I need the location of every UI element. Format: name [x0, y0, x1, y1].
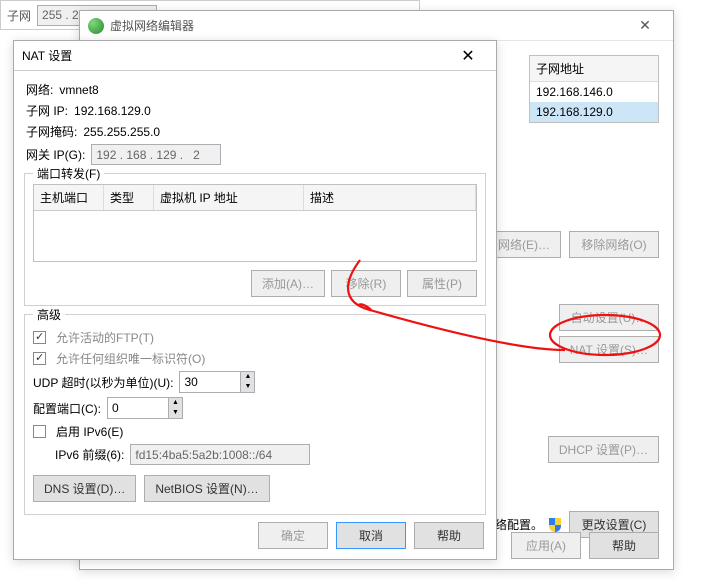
add-button[interactable]: 添加(A)… [251, 270, 325, 297]
net-label: 网络: [26, 81, 53, 98]
app-icon [88, 18, 104, 34]
dhcp-settings-row: DHCP 设置(P)… [548, 436, 659, 463]
nat-settings-button[interactable]: NAT 设置(S)… [559, 336, 659, 363]
nat-title: NAT 设置 [22, 47, 448, 64]
spin-up-icon[interactable]: ▲ [169, 398, 182, 408]
allow-ftp-row[interactable]: 允许活动的FTP(T) [33, 329, 477, 346]
gateway-label: 网关 IP(G): [26, 146, 85, 163]
subnet-row[interactable]: 192.168.146.0 [530, 82, 658, 102]
cancel-button[interactable]: 取消 [336, 522, 406, 549]
bg-subnet-label: 子网 [7, 7, 31, 24]
allow-ftp-label: 允许活动的FTP(T) [56, 329, 154, 346]
enable-ipv6-checkbox[interactable] [33, 425, 46, 438]
port-forward-title: 端口转发(F) [33, 165, 104, 182]
nat-info: 网络: vmnet8 子网 IP: 192.168.129.0 子网掩码: 25… [14, 71, 496, 165]
dhcp-settings-button[interactable]: DHCP 设置(P)… [548, 436, 659, 463]
port-fwd-buttons: 添加(A)… 移除(R) 属性(P) [33, 270, 477, 297]
allow-oui-label: 允许任何组织唯一标识符(O) [56, 350, 205, 367]
remove-network-button[interactable]: 移除网络(O) [569, 231, 659, 258]
port-forward-table: 主机端口 类型 虚拟机 IP 地址 描述 [33, 184, 477, 262]
nat-settings-row: NAT 设置(S)… [559, 336, 659, 363]
udp-timeout-label: UDP 超时(以秒为单位)(U): [33, 374, 173, 391]
admin-hint: 络配置。 [495, 516, 543, 533]
editor-titlebar: 虚拟网络编辑器 ✕ [80, 11, 673, 41]
advanced-group: 高级 允许活动的FTP(T) 允许任何组织唯一标识符(O) UDP 超时(以秒为… [24, 314, 486, 515]
help-button[interactable]: 帮助 [414, 522, 484, 549]
port-forward-group: 端口转发(F) 主机端口 类型 虚拟机 IP 地址 描述 添加(A)… 移除(R… [24, 173, 486, 306]
allow-oui-row[interactable]: 允许任何组织唯一标识符(O) [33, 350, 477, 367]
net-value: vmnet8 [59, 83, 98, 97]
close-icon[interactable]: ✕ [448, 46, 488, 66]
spin-up-icon[interactable]: ▲ [241, 372, 254, 382]
props-button[interactable]: 属性(P) [407, 270, 477, 297]
editor-title: 虚拟网络编辑器 [110, 17, 625, 34]
dns-settings-button[interactable]: DNS 设置(D)… [33, 475, 136, 502]
ok-button[interactable]: 确定 [258, 522, 328, 549]
close-icon[interactable]: ✕ [625, 17, 665, 34]
spin-down-icon[interactable]: ▼ [169, 408, 182, 418]
enable-ipv6-label: 启用 IPv6(E) [56, 423, 123, 440]
apply-button[interactable]: 应用(A) [511, 532, 581, 559]
ipv6-prefix-input[interactable] [130, 444, 310, 465]
spin-down-icon[interactable]: ▼ [241, 382, 254, 392]
allow-oui-checkbox[interactable] [33, 352, 46, 365]
subnet-ip-label: 子网 IP: [26, 102, 68, 119]
config-port-input[interactable] [108, 398, 168, 418]
ipv6-prefix-label: IPv6 前缀(6): [55, 446, 124, 463]
help-button[interactable]: 帮助 [589, 532, 659, 559]
table-head: 主机端口 类型 虚拟机 IP 地址 描述 [34, 185, 476, 211]
subnet-ip-value: 192.168.129.0 [74, 104, 151, 118]
col-vm-ip[interactable]: 虚拟机 IP 地址 [154, 185, 304, 210]
mask-label: 子网掩码: [26, 123, 77, 140]
allow-ftp-checkbox[interactable] [33, 331, 46, 344]
nat-settings-dialog: NAT 设置 ✕ 网络: vmnet8 子网 IP: 192.168.129.0… [13, 40, 497, 560]
netbios-settings-button[interactable]: NetBIOS 设置(N)… [144, 475, 269, 502]
nat-bottom-buttons: 确定 取消 帮助 [258, 522, 484, 549]
editor-bottom-buttons: 应用(A) 帮助 [511, 532, 659, 559]
col-type[interactable]: 类型 [104, 185, 154, 210]
shield-icon [549, 518, 561, 532]
udp-timeout-input[interactable] [180, 372, 240, 392]
subnet-list-header: 子网地址 [530, 56, 658, 82]
col-host-port[interactable]: 主机端口 [34, 185, 104, 210]
config-port-label: 配置端口(C): [33, 400, 101, 417]
auto-settings-button[interactable]: 自动设置(U)… [559, 304, 659, 331]
nat-titlebar: NAT 设置 ✕ [14, 41, 496, 71]
table-body[interactable] [34, 211, 476, 261]
subnet-list: 子网地址 192.168.146.0 192.168.129.0 [529, 55, 659, 123]
remove-button[interactable]: 移除(R) [331, 270, 401, 297]
enable-ipv6-row[interactable]: 启用 IPv6(E) [33, 423, 477, 440]
auto-settings-row: 自动设置(U)… [559, 304, 659, 331]
col-desc[interactable]: 描述 [304, 185, 476, 210]
advanced-title: 高级 [33, 306, 65, 323]
subnet-row[interactable]: 192.168.129.0 [530, 102, 658, 122]
mask-value: 255.255.255.0 [83, 125, 160, 139]
gateway-ip-input[interactable] [91, 144, 221, 165]
udp-timeout-spinner[interactable]: ▲▼ [179, 371, 255, 393]
config-port-spinner[interactable]: ▲▼ [107, 397, 183, 419]
